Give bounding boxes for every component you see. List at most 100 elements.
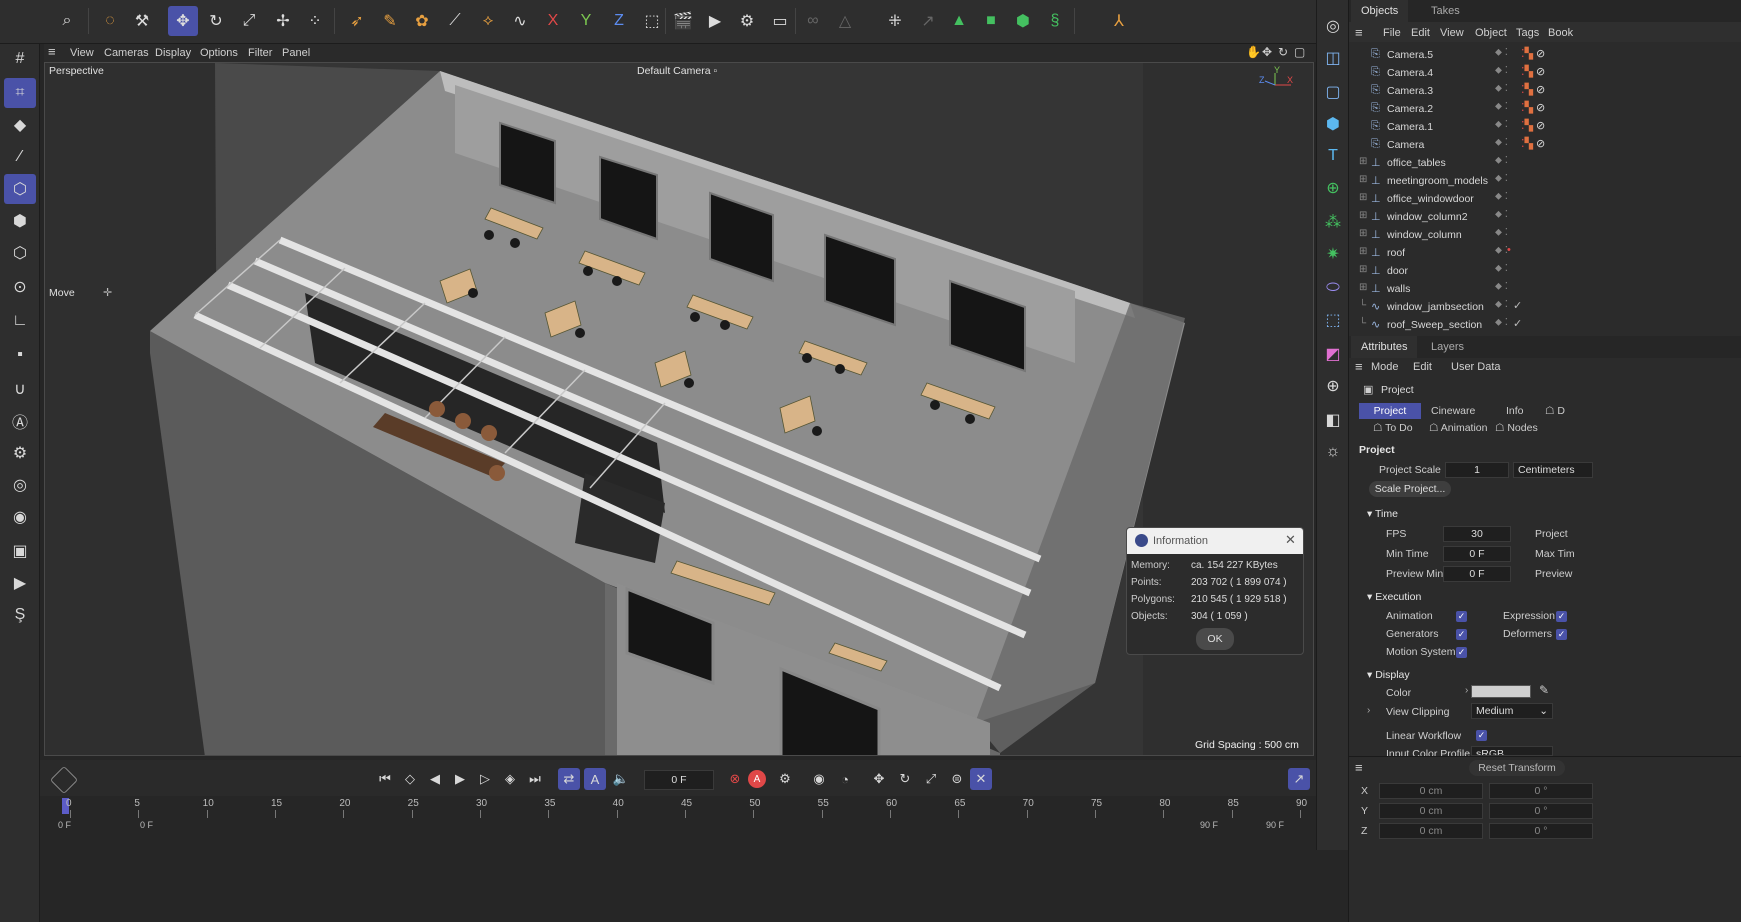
object-name[interactable]: Camera.1 <box>1387 121 1433 133</box>
viewport-render-icon[interactable]: ▶ <box>4 568 36 598</box>
object-row[interactable]: ⊞ ⊥ window_column2 ⬥ ⁚ <box>1349 208 1741 226</box>
expand-icon[interactable]: ⊞ <box>1359 282 1367 293</box>
spline-icon[interactable]: ⟡ <box>473 6 503 36</box>
objects-menu-icon[interactable]: ≡ <box>1355 25 1363 40</box>
enabled-check-icon[interactable]: ✓ <box>1513 299 1522 312</box>
tab-takes[interactable]: Takes <box>1421 0 1470 22</box>
visibility-dots-icon[interactable]: ⬥ ⁚ <box>1495 137 1508 148</box>
cloner-icon[interactable]: ⁂ <box>1319 208 1347 236</box>
camera-tags[interactable]: ⁚▚ ⊘ <box>1521 83 1545 96</box>
object-row[interactable]: ⎘ Camera.2 ⬥ ⁚ ⁚▚ ⊘ <box>1349 100 1741 118</box>
menu-mode[interactable]: Mode <box>1371 361 1399 373</box>
pan-icon[interactable]: ✋ <box>1246 45 1261 59</box>
live-selection-icon[interactable]: ◌ <box>95 6 125 36</box>
mograph-icon[interactable]: ◩ <box>1319 340 1347 368</box>
expand-icon[interactable]: ⊞ <box>1359 228 1367 239</box>
close-icon[interactable]: ✕ <box>1285 532 1296 548</box>
grid-icon[interactable]: # <box>4 44 36 74</box>
coord-rotation-field[interactable]: 0 ° <box>1489 823 1593 839</box>
menu-edit-attr[interactable]: Edit <box>1413 361 1432 373</box>
object-name[interactable]: Camera.2 <box>1387 103 1433 115</box>
visibility-dots-icon[interactable]: ⬥ ⁚ <box>1495 227 1508 238</box>
visibility-dots-icon[interactable]: ⬥ ⁚ <box>1495 263 1508 274</box>
linear-workflow-checkbox[interactable]: ✓ <box>1476 730 1487 741</box>
execution-section[interactable]: ▾ Execution <box>1367 591 1421 603</box>
enabled-check-icon[interactable]: ✓ <box>1513 317 1522 330</box>
render-view-icon[interactable]: 🎬 <box>668 6 698 36</box>
visibility-dots-icon[interactable]: ⬥ ⁚ <box>1495 155 1508 166</box>
dolly-icon[interactable]: ✥ <box>1262 45 1272 59</box>
maximize-icon[interactable]: ▢ <box>1294 45 1305 59</box>
render-settings-icon[interactable]: ⚙ <box>732 6 762 36</box>
x-axis-icon[interactable]: X <box>538 6 568 36</box>
cube-white-icon[interactable]: ⬢ <box>1008 6 1038 36</box>
coordinate-system-icon[interactable]: ⬚ <box>637 6 667 36</box>
menu-user-data[interactable]: User Data <box>1451 361 1501 373</box>
object-name[interactable]: Camera <box>1387 139 1424 151</box>
move-icon[interactable]: ✥ <box>168 6 198 36</box>
polygons-mode-icon[interactable]: ⊙ <box>4 272 36 302</box>
brush-disabled-icon[interactable]: ⁄ <box>4 142 36 172</box>
object-name[interactable]: office_windowdoor <box>1387 193 1474 205</box>
expand-icon[interactable]: ⊞ <box>1359 156 1367 167</box>
model-tool-icon[interactable]: ⚒ <box>127 6 157 36</box>
end-frame[interactable]: 90 F <box>1200 820 1218 830</box>
current-frame-field[interactable]: 0 F <box>644 770 714 790</box>
expression-checkbox[interactable]: ✓ <box>1556 611 1567 622</box>
object-name[interactable]: meetingroom_models <box>1387 175 1488 187</box>
visibility-dots-icon[interactable]: ⬥ ⁚ <box>1495 209 1508 220</box>
record-icon[interactable]: ⊗ <box>724 768 746 790</box>
object-mode-icon[interactable]: ⬡ <box>4 174 36 204</box>
menu-display[interactable]: Display <box>155 47 191 59</box>
visibility-dots-icon[interactable]: ⬥ ⁚ <box>1495 83 1508 94</box>
camera-object-icon[interactable]: ◧ <box>1319 406 1347 434</box>
camera-tags[interactable]: ⁚▚ ⊘ <box>1521 101 1545 114</box>
points-mode-icon[interactable]: ⬢ <box>4 206 36 236</box>
object-name[interactable]: walls <box>1387 283 1410 295</box>
end-frame-2[interactable]: 90 F <box>1266 820 1284 830</box>
key-pla-icon[interactable]: ⤢ <box>920 768 942 790</box>
subtab-nodes[interactable]: ☖ Nodes <box>1495 422 1538 434</box>
cube-green-icon[interactable]: ■ <box>976 6 1006 36</box>
hamburger-icon[interactable]: ≡ <box>48 44 56 59</box>
expand-icon[interactable]: ⊞ <box>1359 264 1367 275</box>
object-name[interactable]: window_column <box>1387 229 1462 241</box>
text-icon[interactable]: T <box>1319 142 1347 170</box>
object-row[interactable]: ⊞ ⊥ door ⬥ ⁚ <box>1349 262 1741 280</box>
next-frame-icon[interactable]: ▷ <box>474 768 496 790</box>
camera-tags[interactable]: ⁚▚ ⊘ <box>1521 119 1545 132</box>
object-row[interactable]: ⎘ Camera.1 ⬥ ⁚ ⁚▚ ⊘ <box>1349 118 1741 136</box>
key-move-icon[interactable]: ✥ <box>868 768 890 790</box>
expand-icon[interactable]: ⊞ <box>1359 174 1367 185</box>
workplane-icon[interactable]: ▣ <box>4 536 36 566</box>
model-mode-icon[interactable]: ⌗ <box>4 78 36 108</box>
display-section[interactable]: ▾ Display <box>1367 669 1410 681</box>
visibility-dots-icon[interactable]: ⬥ ⁚ <box>1495 299 1508 310</box>
eye-icon[interactable]: ◉ <box>4 502 36 532</box>
key-param-icon[interactable]: ↻ <box>894 768 916 790</box>
subtab-project[interactable]: Project <box>1359 403 1421 419</box>
play-icon[interactable]: ▶ <box>449 768 471 790</box>
object-name[interactable]: door <box>1387 265 1408 277</box>
expand-icon[interactable]: ⊞ <box>1359 192 1367 203</box>
texture-mode-icon[interactable]: ◆ <box>4 110 36 140</box>
spline-object-icon[interactable]: ◫ <box>1319 44 1347 72</box>
object-row[interactable]: ⎘ Camera.3 ⬥ ⁚ ⁚▚ ⊘ <box>1349 82 1741 100</box>
nodes-icon[interactable]: ⁘ <box>300 6 330 36</box>
rectangle-icon[interactable]: ▢ <box>1319 78 1347 106</box>
color-expand-icon[interactable]: › <box>1465 685 1468 696</box>
warning-icon[interactable]: △ <box>830 6 860 36</box>
object-name[interactable]: Camera.5 <box>1387 49 1433 61</box>
viewport[interactable]: Perspective Default Camera ▫ Move ✛ X Y … <box>44 62 1314 756</box>
rotate-icon[interactable]: ↻ <box>201 6 231 36</box>
uv-mode-icon[interactable]: ∟ <box>4 306 36 336</box>
object-name[interactable]: roof <box>1387 247 1405 259</box>
timeline-graph-icon[interactable]: ↗ <box>1288 768 1310 790</box>
object-row[interactable]: ⊞ ⊥ meetingroom_models ⬥ ⁚ <box>1349 172 1741 190</box>
move-point-icon[interactable]: ↗ <box>913 6 943 36</box>
go-to-start-icon[interactable]: ⏮ <box>374 768 396 790</box>
menu-tags[interactable]: Tags <box>1516 27 1539 39</box>
light-icon[interactable]: ☼ <box>1319 438 1347 466</box>
object-row[interactable]: ⎘ Camera.5 ⬥ ⁚ ⁚▚ ⊘ <box>1349 46 1741 64</box>
fps-field[interactable]: 30 <box>1443 526 1511 542</box>
